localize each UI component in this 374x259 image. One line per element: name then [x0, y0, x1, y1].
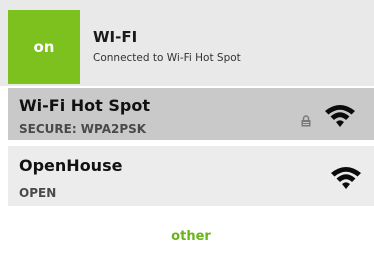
network-item-wifi-hot-spot[interactable]: Wi-Fi Hot Spot SECURE: WPA2PSK: [8, 88, 374, 142]
network-name: OpenHouse: [19, 156, 123, 175]
lock-icon: [301, 115, 311, 127]
wifi-settings-panel: on WI-FI Connected to Wi-Fi Hot Spot Wi-…: [0, 0, 374, 259]
connection-status: Connected to Wi-Fi Hot Spot: [93, 52, 241, 64]
wifi-header: on WI-FI Connected to Wi-Fi Hot Spot: [0, 0, 374, 88]
network-security: SECURE: WPA2PSK: [19, 122, 147, 136]
wifi-signal-icon: [331, 167, 361, 189]
network-security: OPEN: [19, 186, 57, 200]
network-item-openhouse[interactable]: OpenHouse OPEN: [8, 146, 374, 206]
other-network-button[interactable]: other: [8, 214, 374, 259]
wifi-title: WI-FI: [93, 28, 138, 46]
wifi-toggle-button[interactable]: on: [8, 10, 80, 84]
wifi-signal-icon: [325, 105, 355, 127]
network-name: Wi-Fi Hot Spot: [19, 96, 150, 115]
